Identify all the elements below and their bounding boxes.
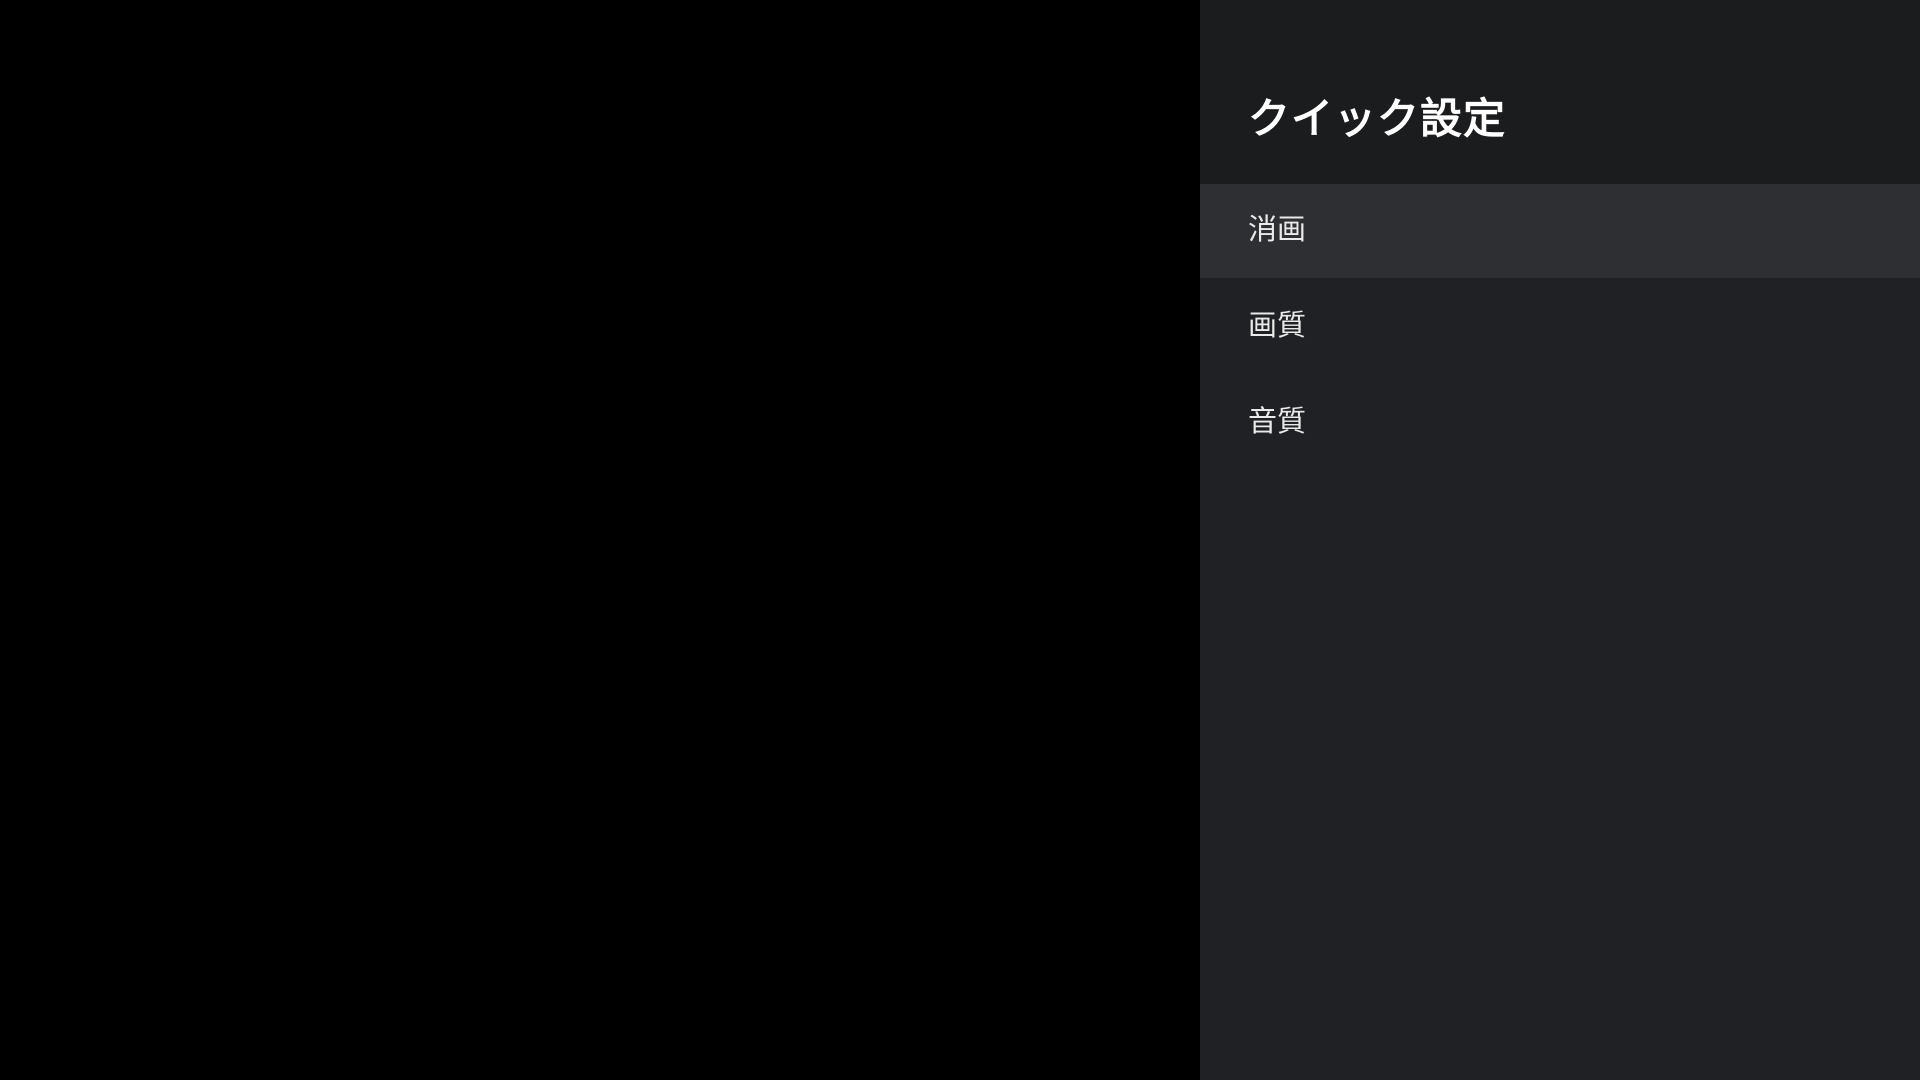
menu-item-label: 画質 xyxy=(1248,308,1307,342)
menu-item-label: 音質 xyxy=(1248,404,1307,438)
panel-title: クイック設定 xyxy=(1248,94,1507,143)
quick-settings-menu: 消画 画質 音質 xyxy=(1200,184,1920,472)
menu-item-label: 消画 xyxy=(1248,212,1307,246)
panel-header: クイック設定 xyxy=(1200,0,1920,184)
video-backdrop xyxy=(0,0,1200,1080)
menu-item-picture-off[interactable]: 消画 xyxy=(1200,184,1920,278)
menu-item-picture-quality[interactable]: 画質 xyxy=(1200,280,1920,374)
tv-screen: クイック設定 消画 画質 音質 xyxy=(0,0,1920,1080)
menu-item-sound-quality[interactable]: 音質 xyxy=(1200,376,1920,470)
quick-settings-panel: クイック設定 消画 画質 音質 xyxy=(1200,0,1920,1080)
